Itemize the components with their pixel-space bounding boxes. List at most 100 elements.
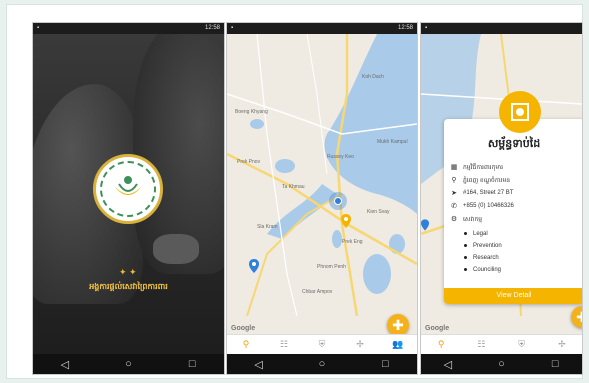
list-icon: ☷ xyxy=(477,339,486,349)
holding-hands xyxy=(153,234,199,264)
map-pin-icon[interactable] xyxy=(421,219,429,231)
map-label: Koh Dach xyxy=(362,74,384,80)
tab-list[interactable]: ☷ xyxy=(466,339,496,350)
phone-row[interactable]: ✆ +855 (0) 10466326 xyxy=(450,201,580,211)
address-row: ➤ #164, Street 27 BT xyxy=(450,188,580,198)
tab-people[interactable]: 👥 xyxy=(383,339,413,350)
org-name: កម្មវិធីការពារកុមារ xyxy=(463,164,503,171)
tab-services[interactable]: ✢ xyxy=(345,339,375,350)
partner-logo xyxy=(499,91,541,133)
logo-emblem-icon xyxy=(100,161,156,217)
bullet-icon xyxy=(464,232,467,235)
status-time: 12:58 xyxy=(204,25,220,31)
status-bar: ▪ 12:58 xyxy=(227,23,417,34)
detail-card: សម្ព័ន្ធទាប់ដៃ ▦ កម្មវិធីការពារកុមារ ⚲ ភ… xyxy=(444,91,582,304)
home-icon[interactable]: ○ xyxy=(113,358,143,370)
back-icon[interactable]: ◁ xyxy=(433,358,463,371)
location-pin-icon: ⚲ xyxy=(451,177,457,184)
map-label: Ta Khmau xyxy=(282,184,305,190)
status-left-icon: ▪ xyxy=(231,25,234,31)
service-icon: ✢ xyxy=(558,339,566,349)
gears-icon: ⚙ xyxy=(450,216,458,223)
status-left-icon: ▪ xyxy=(425,25,428,31)
map-label: Mukh Kampul xyxy=(377,139,408,145)
status-left-icon: ▪ xyxy=(37,25,40,31)
google-attribution: Google xyxy=(231,325,256,332)
brand-mark: ✦ ✦ xyxy=(119,267,137,277)
map-pin-icon[interactable] xyxy=(249,259,259,273)
service-icon: ✢ xyxy=(356,339,364,349)
map-label: Chbar Ampov xyxy=(302,289,333,295)
map-screen: ▪ 12:58 Prek Pnov Ta Khmau Koh Dach Russ… xyxy=(226,22,418,375)
back-icon[interactable]: ◁ xyxy=(50,358,80,371)
address-text: #164, Street 27 BT xyxy=(463,190,514,196)
service-label: Counciling xyxy=(473,266,502,273)
shield-icon: ⛨ xyxy=(518,339,525,349)
system-nav-bar: ◁ ○ □ xyxy=(227,354,417,374)
bullet-icon xyxy=(464,268,467,271)
tab-map[interactable]: ⚲ xyxy=(231,339,261,350)
list-icon: ☷ xyxy=(279,339,289,349)
map-view[interactable]: Prek Pnov Ta Khmau Koh Dach Russey Keo K… xyxy=(227,33,417,336)
splash-background-photo: ✦ ✦ អង្គការផ្តល់សេវាព្រៃការពារ xyxy=(33,34,224,354)
map-canvas xyxy=(227,33,417,317)
map-label: Sla Kram xyxy=(257,224,278,230)
location-pin-icon: ⚲ xyxy=(242,339,250,349)
service-item: Prevention xyxy=(464,241,502,250)
service-item: Research xyxy=(464,253,499,262)
service-label: Legal xyxy=(473,230,488,237)
phone-text[interactable]: +855 (0) 10466326 xyxy=(463,203,514,209)
detail-screen: ▪ សម្ព័ន្ធទាប់ដៃ ▦ កម្មវិធីការពារកុមារ ⚲… xyxy=(420,22,583,375)
back-icon[interactable]: ◁ xyxy=(244,358,274,371)
recent-apps-icon[interactable]: □ xyxy=(177,358,207,370)
locate-fab-button[interactable]: ✚ xyxy=(387,314,409,336)
status-bar: ▪ xyxy=(421,23,582,34)
current-location-marker[interactable] xyxy=(329,192,347,210)
shield-icon: ⛨ xyxy=(318,339,326,349)
map-view[interactable]: សម្ព័ន្ធទាប់ដៃ ▦ កម្មវិធីការពារកុមារ ⚲ ភ… xyxy=(421,33,582,334)
service-label: Prevention xyxy=(473,242,502,249)
service-item: Legal xyxy=(464,229,488,238)
tab-map[interactable]: ⚲ xyxy=(426,339,456,350)
organization-logo xyxy=(93,154,163,224)
partner-name: សម្ព័ន្ធទាប់ដៃ xyxy=(487,138,541,150)
bottom-tab-bar: ⚲ ☷ ⛨ ✢ 👥 xyxy=(227,334,417,354)
bullet-icon xyxy=(464,256,467,259)
recent-apps-icon[interactable]: □ xyxy=(540,358,570,370)
splash-screen: ▪ 12:58 ✦ ✦ អង្គការផ្តល់សេវាព្រៃការពារ ◁… xyxy=(32,22,225,375)
map-label: Boeng Khyang xyxy=(235,109,268,115)
map-label: Prek Pnov xyxy=(237,159,261,165)
view-detail-button[interactable]: View Detail xyxy=(444,288,582,304)
services-label: សេវាកម្ម xyxy=(463,216,483,223)
map-pin-icon[interactable] xyxy=(341,214,351,228)
map-label: Phnom Penh xyxy=(317,264,346,270)
locate-fab-button[interactable]: ✚ xyxy=(571,306,582,328)
tab-list[interactable]: ☷ xyxy=(269,339,299,350)
map-label: Prek Eng xyxy=(342,239,363,245)
people-icon: 👥 xyxy=(392,339,404,349)
navigation-arrow-icon: ➤ xyxy=(451,190,457,197)
home-icon[interactable]: ○ xyxy=(307,358,337,370)
phone-icon: ✆ xyxy=(451,203,457,210)
org-row: ▦ កម្មវិធីការពារកុមារ xyxy=(450,162,580,172)
tab-services[interactable]: ✢ xyxy=(547,339,577,350)
building-icon: ▦ xyxy=(450,164,458,171)
tab-protection[interactable]: ⛨ xyxy=(507,339,537,350)
status-time: 12:58 xyxy=(397,25,413,31)
bottom-tab-bar: ⚲ ☷ ⛨ ✢ xyxy=(421,334,582,354)
service-item: Counciling xyxy=(464,265,501,274)
location-text: ភ្នំពេញ ខណ្ឌចំការមន xyxy=(463,177,511,184)
map-label: Russey Keo xyxy=(327,154,354,160)
home-icon[interactable]: ○ xyxy=(486,358,516,370)
services-row: ⚙ សេវាកម្ម xyxy=(450,214,580,224)
status-bar: ▪ 12:58 xyxy=(33,23,224,34)
tab-protection[interactable]: ⛨ xyxy=(307,339,337,350)
service-label: Research xyxy=(473,254,499,261)
location-pin-icon: ⚲ xyxy=(437,339,445,349)
bullet-icon xyxy=(464,244,467,247)
recent-apps-icon[interactable]: □ xyxy=(370,358,400,370)
system-nav-bar: ◁ ○ □ xyxy=(421,354,582,374)
system-nav-bar: ◁ ○ □ xyxy=(33,354,224,374)
map-label: Kien Svay xyxy=(367,209,390,215)
splash-title: អង្គការផ្តល់សេវាព្រៃការពារ xyxy=(89,282,168,291)
